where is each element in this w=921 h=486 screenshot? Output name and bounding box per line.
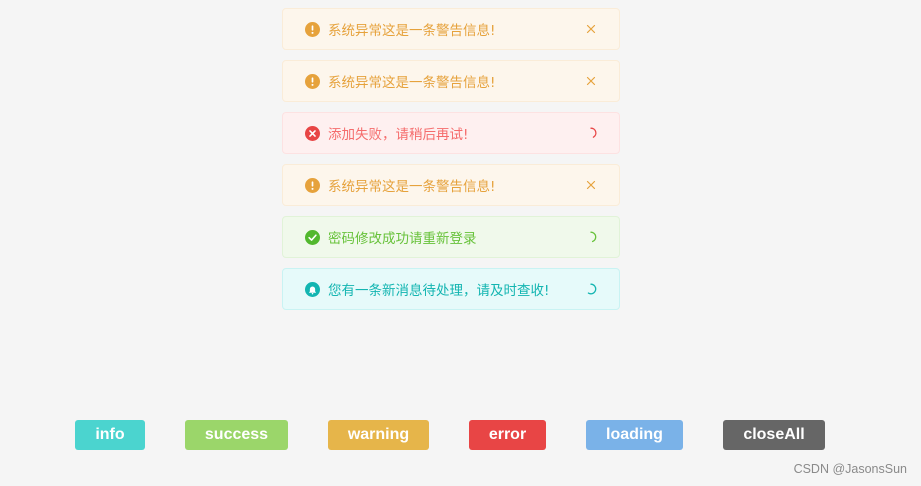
close-icon[interactable]: [583, 177, 599, 193]
toast-error: 添加失败，请稍后再试!: [282, 112, 620, 154]
toast-info: 您有一条新消息待处理，请及时查收!: [282, 268, 620, 310]
x-circle-icon: [304, 125, 320, 141]
toast-message: 密码修改成功请重新登录: [328, 231, 477, 247]
exclamation-circle-icon: [304, 73, 320, 89]
toast-stack: 系统异常这是一条警告信息! 系统异常这是一条警告信息! 添加失败，请稍后再试! …: [282, 8, 620, 320]
close-all-button[interactable]: closeAll: [723, 420, 825, 450]
toast-warning: 系统异常这是一条警告信息!: [282, 8, 620, 50]
toast-message: 添加失败，请稍后再试!: [328, 127, 469, 143]
loading-spinner-icon: [583, 281, 599, 297]
loading-spinner-icon: [583, 125, 599, 141]
toast-warning: 系统异常这是一条警告信息!: [282, 164, 620, 206]
success-button[interactable]: success: [185, 420, 288, 450]
error-button[interactable]: error: [469, 420, 546, 450]
bell-circle-icon: [304, 281, 320, 297]
toast-message: 您有一条新消息待处理，请及时查收!: [328, 283, 550, 299]
check-circle-icon: [304, 229, 320, 245]
toast-message: 系统异常这是一条警告信息!: [328, 23, 496, 39]
info-button[interactable]: info: [75, 420, 145, 450]
loading-spinner-icon: [583, 229, 599, 245]
exclamation-circle-icon: [304, 177, 320, 193]
toast-success: 密码修改成功请重新登录: [282, 216, 620, 258]
watermark: CSDN @JasonsSun: [793, 462, 907, 476]
toast-message: 系统异常这是一条警告信息!: [328, 179, 496, 195]
close-icon[interactable]: [583, 73, 599, 89]
exclamation-circle-icon: [304, 21, 320, 37]
loading-button[interactable]: loading: [586, 420, 683, 450]
warning-button[interactable]: warning: [328, 420, 429, 450]
close-icon[interactable]: [583, 21, 599, 37]
toast-warning: 系统异常这是一条警告信息!: [282, 60, 620, 102]
toast-message: 系统异常这是一条警告信息!: [328, 75, 496, 91]
